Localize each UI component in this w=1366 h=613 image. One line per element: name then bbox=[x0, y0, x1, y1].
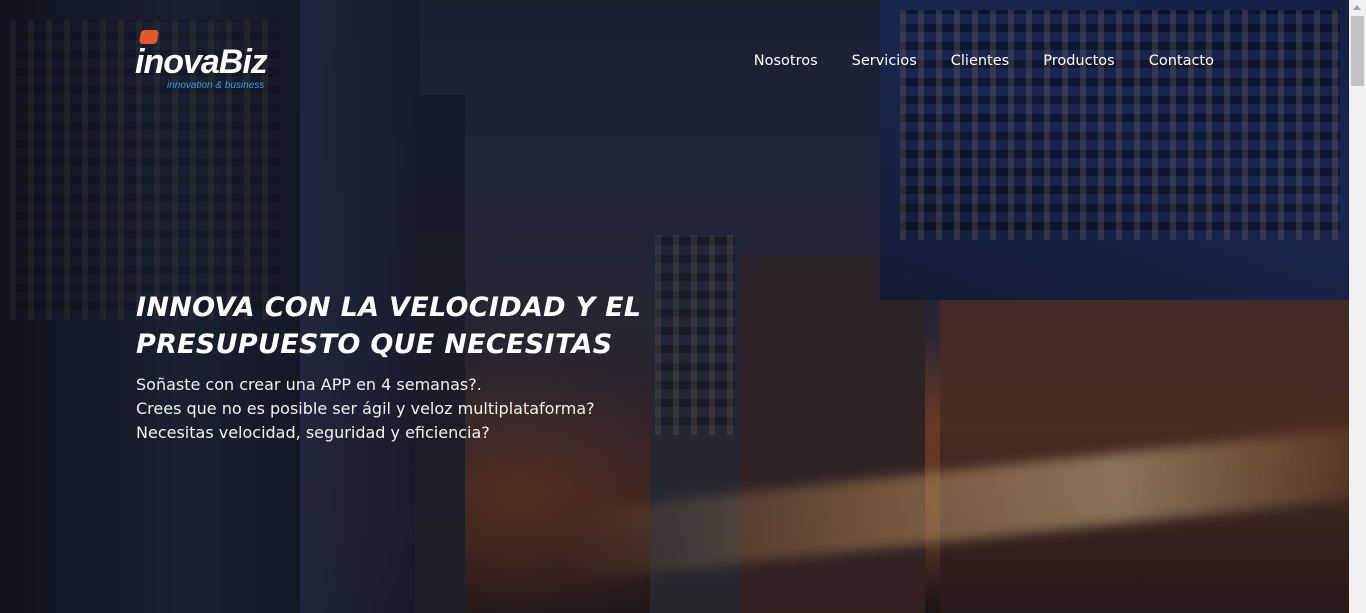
scrollbar-thumb[interactable] bbox=[1351, 16, 1364, 86]
page: inovaBiz innovation & business Nosotros … bbox=[0, 0, 1366, 613]
hero-line-3: Necesitas velocidad, seguridad y eficien… bbox=[136, 423, 490, 442]
hero-title-line1: INNOVA CON LA VELOCIDAD Y EL bbox=[136, 292, 642, 323]
nav-item-contacto[interactable]: Contacto bbox=[1149, 51, 1214, 71]
hero-section: INNOVA CON LA VELOCIDAD Y EL PRESUPUESTO… bbox=[136, 289, 756, 445]
nav-item-productos[interactable]: Productos bbox=[1043, 51, 1114, 71]
hero-line-2: Crees que no es posible ser ágil y veloz… bbox=[136, 399, 595, 418]
nav-item-servicios[interactable]: Servicios bbox=[852, 51, 917, 71]
logo-tagline: innovation & business bbox=[167, 80, 265, 91]
scroll-up-arrow-icon[interactable] bbox=[1353, 5, 1361, 10]
hero-subtitle: Soñaste con crear una APP en 4 semanas?.… bbox=[136, 373, 756, 445]
hero-line-1: Soñaste con crear una APP en 4 semanas?. bbox=[136, 375, 482, 394]
main-nav: Nosotros Servicios Clientes Productos Co… bbox=[720, 51, 1214, 71]
vertical-scrollbar[interactable] bbox=[1349, 0, 1366, 613]
nav-item-clientes[interactable]: Clientes bbox=[951, 51, 1009, 71]
hero-title: INNOVA CON LA VELOCIDAD Y EL PRESUPUESTO… bbox=[136, 289, 756, 363]
logo-name: inovaBiz bbox=[135, 43, 268, 81]
nav-item-nosotros[interactable]: Nosotros bbox=[754, 51, 818, 71]
hero-title-line2: PRESUPUESTO QUE NECESITAS bbox=[136, 329, 613, 360]
logo[interactable]: inovaBiz innovation & business bbox=[135, 30, 295, 95]
